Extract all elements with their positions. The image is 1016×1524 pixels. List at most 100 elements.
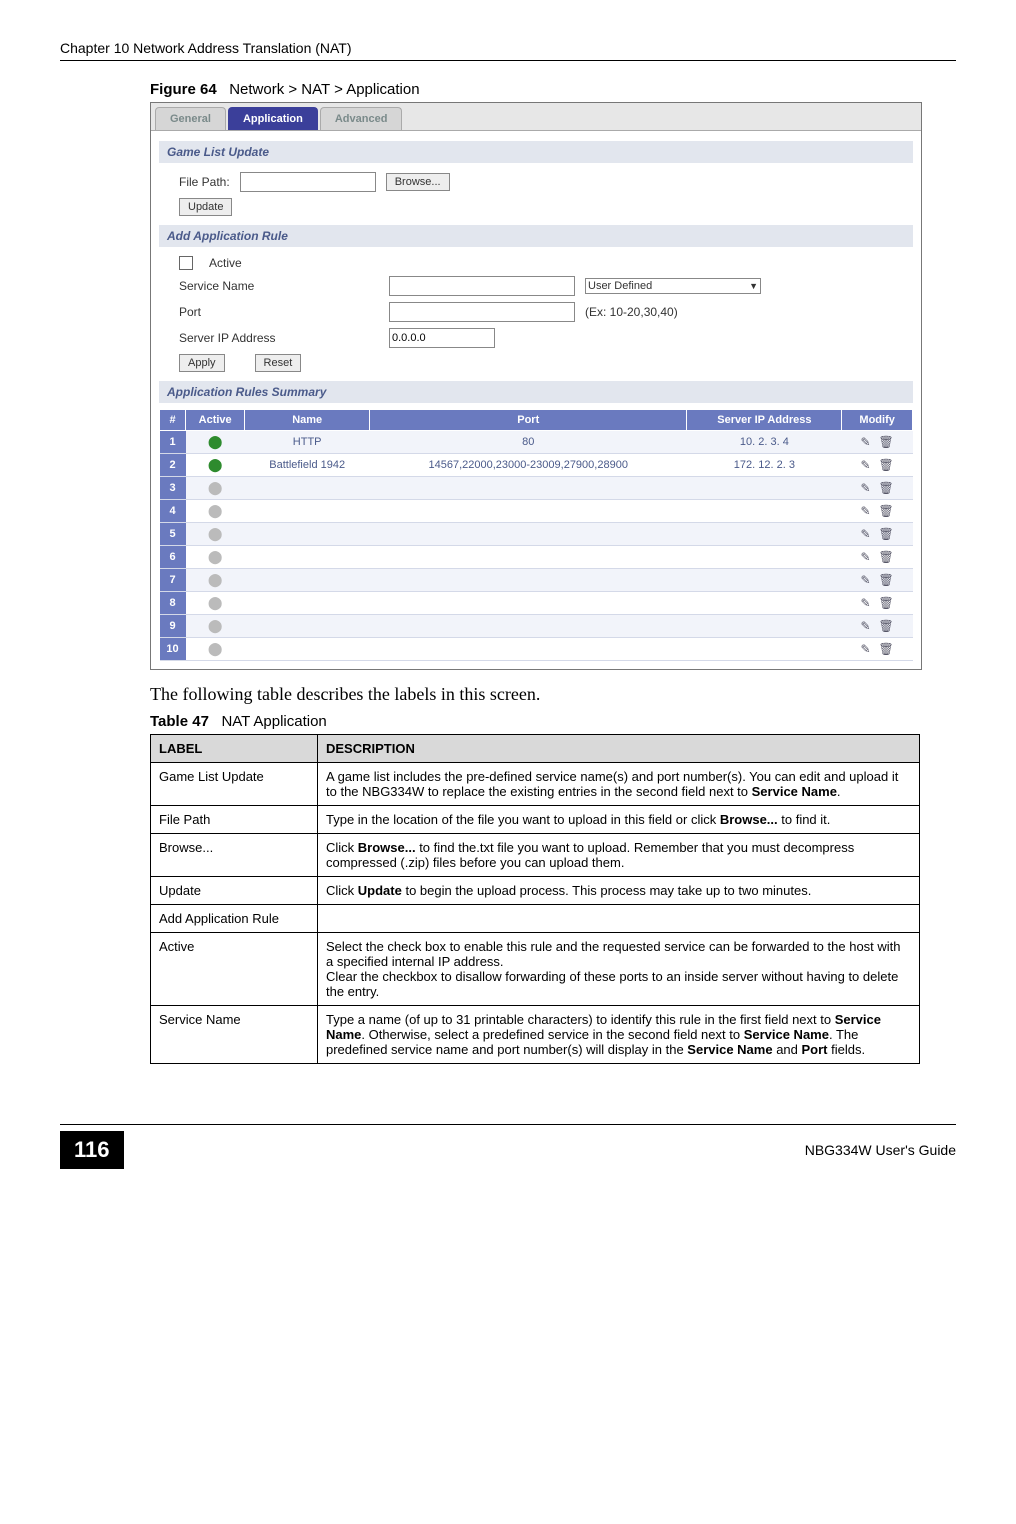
trash-icon[interactable]: 🗑: [879, 435, 894, 449]
table-row: 1⬤HTTP8010. 2. 3. 4✎🗑: [160, 431, 913, 454]
row-active: ⬤: [186, 454, 245, 477]
edit-icon[interactable]: ✎: [860, 642, 870, 656]
row-name: [245, 500, 370, 523]
row-port: [369, 477, 687, 500]
col-server-ip: Server IP Address: [687, 410, 842, 431]
edit-icon[interactable]: ✎: [860, 481, 870, 495]
trash-icon[interactable]: 🗑: [879, 481, 894, 495]
desc-label: Service Name: [151, 1006, 318, 1064]
description-table: LABEL DESCRIPTION Game List UpdateA game…: [150, 734, 920, 1064]
row-active: ⬤: [186, 431, 245, 454]
row-active: ⬤: [186, 638, 245, 661]
row-number: 9: [160, 615, 186, 638]
row-number: 6: [160, 546, 186, 569]
row-server-ip: 10. 2. 3. 4: [687, 431, 842, 454]
rules-summary-table: # Active Name Port Server IP Address Mod…: [159, 409, 913, 661]
row-active: ⬤: [186, 569, 245, 592]
desc-row: UpdateClick Update to begin the upload p…: [151, 877, 920, 905]
row-name: [245, 477, 370, 500]
lightbulb-on-icon: ⬤: [208, 457, 223, 472]
table-row: 5⬤✎🗑: [160, 523, 913, 546]
row-port: [369, 569, 687, 592]
lightbulb-off-icon: ⬤: [208, 572, 223, 587]
lightbulb-off-icon: ⬤: [208, 549, 223, 564]
chapter-header: Chapter 10 Network Address Translation (…: [60, 40, 956, 61]
edit-icon[interactable]: ✎: [860, 504, 870, 518]
tab-application[interactable]: Application: [228, 107, 318, 130]
edit-icon[interactable]: ✎: [860, 573, 870, 587]
row-active: ⬤: [186, 592, 245, 615]
trash-icon[interactable]: 🗑: [879, 642, 894, 656]
edit-icon[interactable]: ✎: [860, 458, 870, 472]
row-port: [369, 638, 687, 661]
file-path-label: File Path:: [179, 175, 230, 189]
edit-icon[interactable]: ✎: [860, 619, 870, 633]
row-active: ⬤: [186, 477, 245, 500]
row-modify: ✎🗑: [842, 615, 913, 638]
row-server-ip: [687, 500, 842, 523]
desc-text: Click Update to begin the upload process…: [318, 877, 920, 905]
row-active: ⬤: [186, 523, 245, 546]
table-caption: Table 47 NAT Application: [150, 713, 956, 730]
figure-caption: Figure 64 Network > NAT > Application: [150, 81, 956, 98]
tab-general[interactable]: General: [155, 107, 226, 130]
col-port: Port: [369, 410, 687, 431]
apply-button[interactable]: Apply: [179, 354, 225, 372]
lightbulb-off-icon: ⬤: [208, 595, 223, 610]
col-name: Name: [245, 410, 370, 431]
edit-icon[interactable]: ✎: [860, 596, 870, 610]
update-button[interactable]: Update: [179, 198, 232, 216]
edit-icon[interactable]: ✎: [860, 435, 870, 449]
desc-row: Add Application Rule: [151, 905, 920, 933]
lightbulb-off-icon: ⬤: [208, 480, 223, 495]
lightbulb-off-icon: ⬤: [208, 641, 223, 656]
table-row: 3⬤✎🗑: [160, 477, 913, 500]
col-active: Active: [186, 410, 245, 431]
page-footer: 116 NBG334W User's Guide: [60, 1124, 956, 1169]
col-modify: Modify: [842, 410, 913, 431]
server-ip-input[interactable]: [389, 328, 495, 348]
edit-icon[interactable]: ✎: [860, 527, 870, 541]
desc-row: Service NameType a name (of up to 31 pri…: [151, 1006, 920, 1064]
row-name: [245, 615, 370, 638]
file-path-input[interactable]: [240, 172, 376, 192]
desc-label: Browse...: [151, 834, 318, 877]
table-row: 2⬤Battlefield 194214567,22000,23000-2300…: [160, 454, 913, 477]
edit-icon[interactable]: ✎: [860, 550, 870, 564]
reset-button[interactable]: Reset: [255, 354, 302, 372]
table-row: 8⬤✎🗑: [160, 592, 913, 615]
lightbulb-off-icon: ⬤: [208, 503, 223, 518]
figure-label: Figure 64: [150, 81, 217, 98]
row-number: 1: [160, 431, 186, 454]
table-row: 10⬤✎🗑: [160, 638, 913, 661]
row-number: 7: [160, 569, 186, 592]
port-input[interactable]: [389, 302, 575, 322]
trash-icon[interactable]: 🗑: [879, 527, 894, 541]
row-name: [245, 546, 370, 569]
row-modify: ✎🗑: [842, 477, 913, 500]
lightbulb-off-icon: ⬤: [208, 618, 223, 633]
service-name-input[interactable]: [389, 276, 575, 296]
trash-icon[interactable]: 🗑: [879, 619, 894, 633]
tab-advanced[interactable]: Advanced: [320, 107, 403, 130]
desc-text: Click Browse... to find the.txt file you…: [318, 834, 920, 877]
table-row: 6 ⬤ ✎ 🗑: [160, 546, 913, 569]
active-checkbox[interactable]: [179, 256, 193, 270]
desc-row: File PathType in the location of the fil…: [151, 806, 920, 834]
section-application-rules-summary: Application Rules Summary: [159, 381, 913, 403]
desc-label: Active: [151, 933, 318, 1006]
browse-button[interactable]: Browse...: [386, 173, 450, 191]
trash-icon[interactable]: 🗑: [879, 504, 894, 518]
trash-icon[interactable]: 🗑: [879, 550, 894, 564]
section-game-list-update: Game List Update: [159, 141, 913, 163]
chevron-down-icon: ▼: [749, 281, 758, 291]
trash-icon[interactable]: 🗑: [879, 596, 894, 610]
trash-icon[interactable]: 🗑: [879, 458, 894, 472]
desc-row: Browse...Click Browse... to find the.txt…: [151, 834, 920, 877]
row-port: [369, 500, 687, 523]
footer-guide: NBG334W User's Guide: [805, 1142, 956, 1158]
row-name: HTTP: [245, 431, 370, 454]
service-dropdown[interactable]: User Defined ▼: [585, 278, 761, 294]
trash-icon[interactable]: 🗑: [879, 573, 894, 587]
row-server-ip: [687, 592, 842, 615]
